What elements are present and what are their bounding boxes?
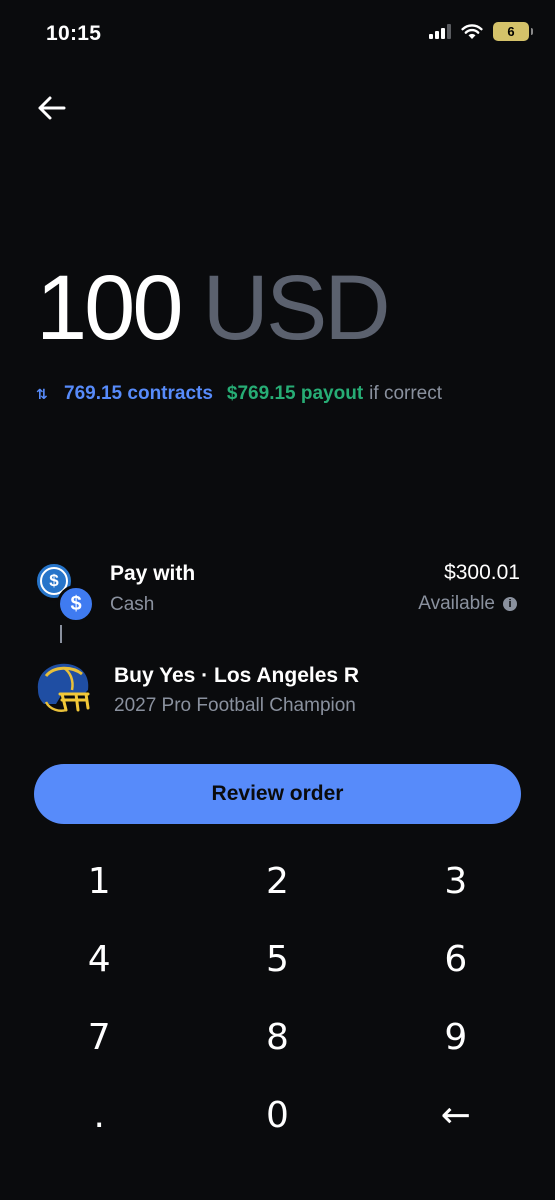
key-7[interactable]: 7 <box>10 998 188 1076</box>
key-decimal[interactable]: . <box>10 1076 188 1154</box>
cash-icon: $ <box>57 585 95 623</box>
payment-method-name[interactable]: Cash <box>110 594 154 616</box>
info-icon[interactable]: i <box>503 597 517 611</box>
available-label-row: Available i <box>418 593 517 615</box>
backspace-key[interactable]: ← <box>367 1076 545 1154</box>
key-3[interactable]: 3 <box>367 842 545 920</box>
key-1[interactable]: 1 <box>10 842 188 920</box>
order-subtitle: 2027 Pro Football Champion <box>114 695 356 716</box>
amount-currency: USD <box>202 257 391 359</box>
back-button[interactable] <box>34 90 70 126</box>
order-title: Buy Yes · Los Angeles R <box>114 664 360 687</box>
status-time: 10:15 <box>46 22 102 45</box>
review-order-button[interactable]: Review order <box>34 764 521 824</box>
key-9[interactable]: 9 <box>367 998 545 1076</box>
swap-arrows-icon[interactable]: ⇅ <box>36 386 54 403</box>
connector-line <box>60 625 62 643</box>
cellular-signal-icon <box>429 24 451 39</box>
wifi-icon <box>461 23 483 39</box>
key-5[interactable]: 5 <box>188 920 366 998</box>
payment-method-icon[interactable]: $ $ <box>34 561 98 623</box>
key-4[interactable]: 4 <box>10 920 188 998</box>
football-helmet-icon <box>37 663 90 712</box>
order-entry-screen: 10:15 6 100 USD ⇅ 769.15 contracts $769.… <box>0 0 555 1200</box>
available-label: Available <box>418 593 495 614</box>
key-0[interactable]: 0 <box>188 1076 366 1154</box>
payout-amount: $769.15 payout <box>226 383 364 404</box>
payout-suffix: if correct <box>369 383 443 404</box>
arrow-left-icon <box>38 96 66 120</box>
battery-icon: 6 <box>493 22 533 41</box>
key-6[interactable]: 6 <box>367 920 545 998</box>
available-balance: $300.01 <box>444 561 520 584</box>
amount-display: 100 USD <box>36 257 391 359</box>
contracts-amount: 769.15 contracts <box>64 383 213 404</box>
key-2[interactable]: 2 <box>188 842 366 920</box>
conversion-row[interactable]: ⇅ 769.15 contracts $769.15 payout if cor… <box>36 383 442 405</box>
amount-value: 100 <box>36 257 183 359</box>
key-8[interactable]: 8 <box>188 998 366 1076</box>
numeric-keypad: 1 2 3 4 5 6 7 8 9 . 0 ← <box>10 842 545 1154</box>
status-icons: 6 <box>429 22 533 41</box>
pay-with-label[interactable]: Pay with <box>110 562 195 586</box>
